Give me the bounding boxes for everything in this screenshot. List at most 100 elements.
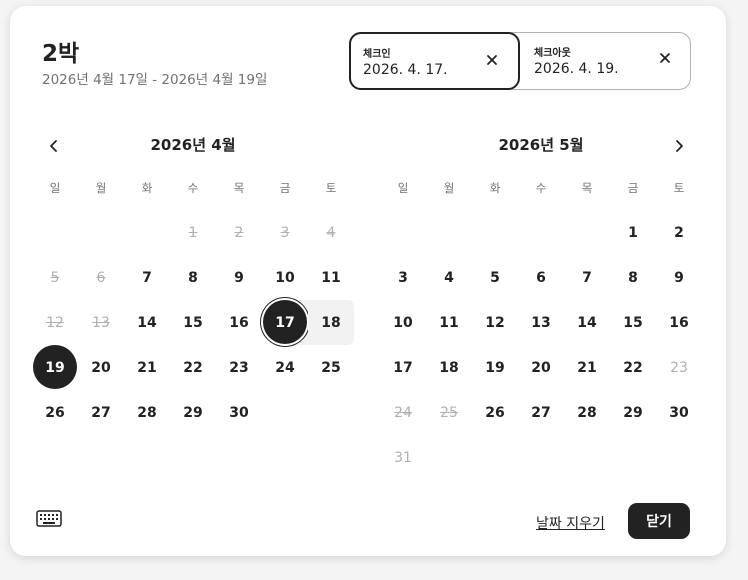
close-button[interactable]: 닫기 bbox=[628, 503, 690, 539]
checkin-field[interactable]: 체크인 2026. 4. 17. bbox=[349, 32, 520, 90]
day-cell[interactable]: 10 bbox=[380, 300, 426, 345]
day-cell[interactable]: 23 bbox=[216, 345, 262, 390]
day-cell[interactable]: 15 bbox=[610, 300, 656, 345]
day-cell[interactable]: 23 bbox=[656, 345, 702, 390]
week-row: 24 25 26 27 28 29 30 bbox=[380, 390, 702, 435]
clear-checkin-button[interactable] bbox=[484, 52, 500, 68]
day-cell[interactable]: 5 bbox=[472, 255, 518, 300]
day-cell[interactable]: 29 bbox=[610, 390, 656, 435]
day-cell[interactable]: 1 bbox=[610, 210, 656, 255]
day-number: 22 bbox=[183, 359, 203, 376]
day-number: 8 bbox=[628, 269, 638, 286]
day-cell[interactable]: 11 bbox=[308, 255, 354, 300]
day-cell[interactable]: 25 bbox=[308, 345, 354, 390]
weekday-label: 수 bbox=[535, 181, 547, 195]
day-number: 15 bbox=[183, 314, 203, 331]
day-number: 20 bbox=[91, 359, 111, 376]
keyboard-icon bbox=[36, 510, 62, 527]
day-number: 10 bbox=[393, 314, 413, 331]
day-cell[interactable]: 29 bbox=[170, 390, 216, 435]
day-number: 29 bbox=[183, 404, 203, 421]
day-number: 23 bbox=[229, 359, 249, 376]
empty-day-cell bbox=[124, 210, 170, 255]
day-cell: 1 bbox=[170, 210, 216, 255]
day-number: 26 bbox=[485, 404, 505, 421]
day-cell[interactable]: 20 bbox=[78, 345, 124, 390]
day-cell[interactable]: 14 bbox=[124, 300, 170, 345]
checkout-field[interactable]: 체크아웃 2026. 4. 19. bbox=[520, 32, 691, 90]
day-number: 2 bbox=[674, 224, 684, 241]
day-cell[interactable]: 14 bbox=[564, 300, 610, 345]
empty-day-cell bbox=[610, 435, 656, 480]
day-cell[interactable]: 28 bbox=[564, 390, 610, 435]
weekday-label: 일 bbox=[397, 181, 409, 195]
day-number: 6 bbox=[536, 269, 546, 286]
day-number: 31 bbox=[394, 449, 412, 466]
week-row: 10 11 12 13 14 15 16 bbox=[380, 300, 702, 345]
day-cell[interactable]: 16 bbox=[656, 300, 702, 345]
day-cell[interactable]: 16 bbox=[216, 300, 262, 345]
day-cell[interactable]: 11 bbox=[426, 300, 472, 345]
day-cell[interactable]: 12 bbox=[472, 300, 518, 345]
day-cell[interactable]: 6 bbox=[518, 255, 564, 300]
day-cell[interactable]: 28 bbox=[124, 390, 170, 435]
day-cell[interactable]: 7 bbox=[564, 255, 610, 300]
day-cell[interactable]: 4 bbox=[426, 255, 472, 300]
day-number: 14 bbox=[577, 314, 597, 331]
month-title: 2026년 4월 bbox=[150, 136, 236, 154]
nights-count: 2박 bbox=[42, 41, 80, 67]
clear-dates-link[interactable]: 날짜 지우기 bbox=[536, 513, 605, 533]
empty-day-cell bbox=[564, 210, 610, 255]
day-number: 18 bbox=[439, 359, 459, 376]
day-cell[interactable]: 30 bbox=[656, 390, 702, 435]
empty-day-cell bbox=[78, 210, 124, 255]
day-number: 11 bbox=[439, 314, 459, 331]
day-cell[interactable]: 30 bbox=[216, 390, 262, 435]
day-cell: 4 bbox=[308, 210, 354, 255]
day-cell[interactable]: 22 bbox=[170, 345, 216, 390]
day-number: 1 bbox=[188, 224, 198, 241]
day-number: 14 bbox=[137, 314, 157, 331]
day-grid: 1 2 3 4 5 6 7 8 9 10 11 12 13 14 15 16 17 18 19 20 21 22 23 24 2… bbox=[32, 210, 354, 435]
day-number: 4 bbox=[326, 224, 336, 241]
day-cell[interactable]: 26 bbox=[472, 390, 518, 435]
keyboard-shortcuts-button[interactable] bbox=[36, 509, 62, 529]
week-row: 19 20 21 22 23 24 25 bbox=[32, 345, 354, 390]
day-cell[interactable]: 26 bbox=[32, 390, 78, 435]
week-row: 1 2 3 4 bbox=[32, 210, 354, 255]
day-cell[interactable]: 21 bbox=[564, 345, 610, 390]
empty-day-cell bbox=[308, 390, 354, 435]
day-cell[interactable]: 3 bbox=[380, 255, 426, 300]
day-cell[interactable]: 27 bbox=[518, 390, 564, 435]
weekday-label: 목 bbox=[233, 181, 245, 195]
checkout-day-cell[interactable]: 19 bbox=[32, 345, 78, 390]
day-cell[interactable]: 13 bbox=[518, 300, 564, 345]
checkin-day-cell[interactable]: 17 bbox=[262, 300, 308, 345]
checkout-value: 2026. 4. 19. bbox=[534, 61, 619, 77]
day-cell[interactable]: 9 bbox=[656, 255, 702, 300]
day-cell[interactable]: 22 bbox=[610, 345, 656, 390]
day-cell[interactable]: 27 bbox=[78, 390, 124, 435]
day-number: 22 bbox=[623, 359, 643, 376]
day-number: 17 bbox=[393, 359, 413, 376]
day-cell[interactable]: 8 bbox=[610, 255, 656, 300]
day-cell[interactable]: 8 bbox=[170, 255, 216, 300]
weekday-label: 일 bbox=[49, 181, 61, 195]
clear-checkout-button[interactable] bbox=[657, 50, 673, 66]
day-cell[interactable]: 9 bbox=[216, 255, 262, 300]
day-number: 5 bbox=[50, 269, 60, 286]
day-number: 8 bbox=[188, 269, 198, 286]
day-cell[interactable]: 17 bbox=[380, 345, 426, 390]
day-cell[interactable]: 19 bbox=[472, 345, 518, 390]
day-cell[interactable]: 20 bbox=[518, 345, 564, 390]
day-cell[interactable]: 31 bbox=[380, 435, 426, 480]
day-cell[interactable]: 15 bbox=[170, 300, 216, 345]
day-cell[interactable]: 18 bbox=[426, 345, 472, 390]
day-cell[interactable]: 24 bbox=[262, 345, 308, 390]
day-cell[interactable]: 2 bbox=[656, 210, 702, 255]
day-cell[interactable]: 21 bbox=[124, 345, 170, 390]
day-cell[interactable]: 10 bbox=[262, 255, 308, 300]
day-number: 29 bbox=[623, 404, 643, 421]
day-cell[interactable]: 18 bbox=[308, 300, 354, 345]
day-cell[interactable]: 7 bbox=[124, 255, 170, 300]
